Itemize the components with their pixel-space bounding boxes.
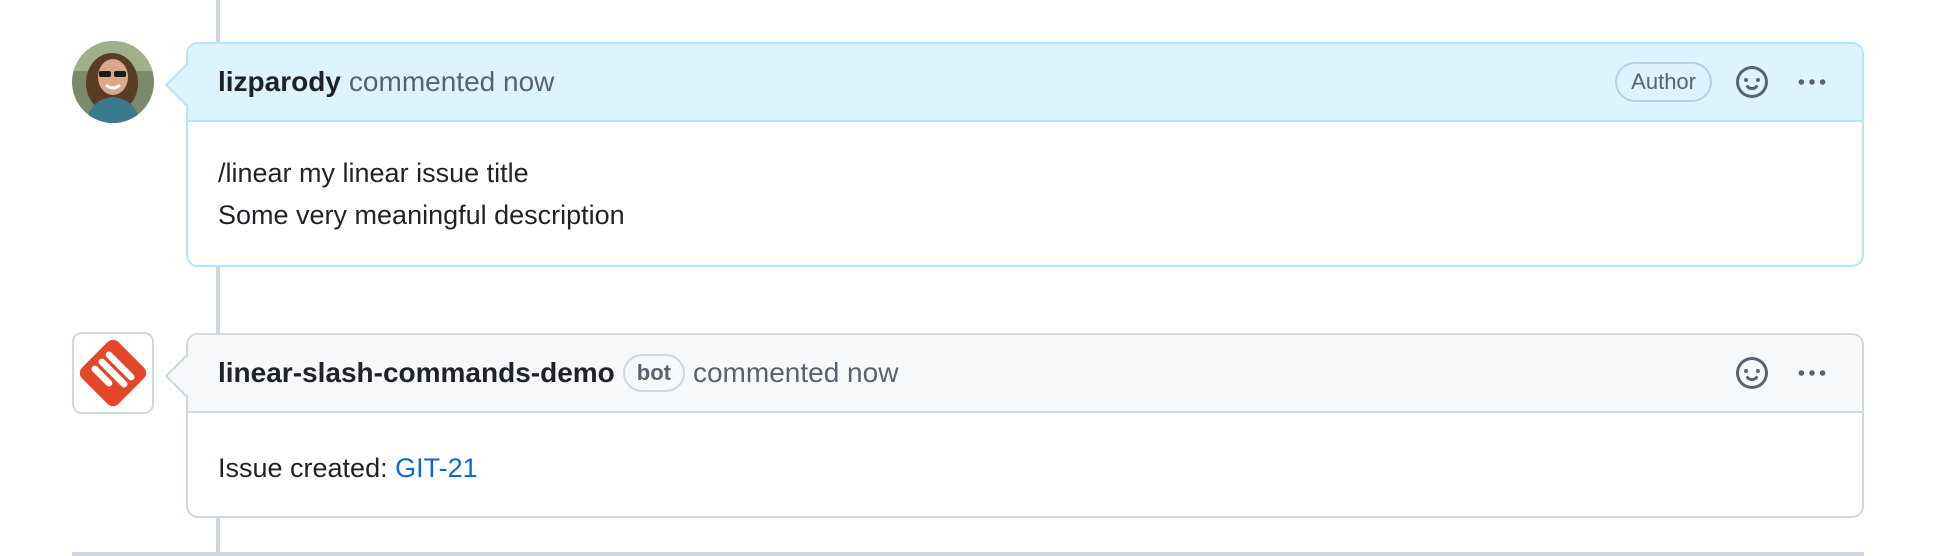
comment-body: Issue created: GIT-21 xyxy=(188,413,1862,489)
comment-body-line: /linear my linear issue title xyxy=(218,158,529,188)
comment-actions: Author xyxy=(1615,62,1832,102)
comment-actions xyxy=(1732,353,1832,393)
comment-timestamp[interactable]: commented now xyxy=(693,357,898,389)
smiley-icon[interactable] xyxy=(1732,62,1772,102)
comment-body-text: Issue created: xyxy=(218,453,396,483)
comment-card: linear-slash-commands-demo bot commented… xyxy=(164,333,1864,518)
issue-link[interactable]: GIT-21 xyxy=(395,453,478,483)
author-label-badge: Author xyxy=(1615,62,1712,102)
avatar[interactable] xyxy=(72,332,154,414)
bot-badge: bot xyxy=(622,354,685,392)
kebab-horizontal-icon[interactable] xyxy=(1792,353,1832,393)
avatar[interactable] xyxy=(72,41,154,123)
comment-card: lizparody commented now Author /linear m… xyxy=(164,42,1864,267)
linear-logo-icon xyxy=(74,334,152,412)
user-photo-avatar-icon xyxy=(72,41,154,123)
comment-header: lizparody commented now Author xyxy=(188,44,1862,122)
comment-body-line: Some very meaningful description xyxy=(218,200,625,230)
comment-timestamp[interactable]: commented now xyxy=(349,66,554,98)
author-link[interactable]: lizparody xyxy=(218,66,341,98)
comment-header: linear-slash-commands-demo bot commented… xyxy=(188,335,1862,413)
kebab-horizontal-icon[interactable] xyxy=(1792,62,1832,102)
smiley-icon[interactable] xyxy=(1732,353,1772,393)
comment-body: /linear my linear issue title Some very … xyxy=(188,122,1862,236)
timeline-end-divider xyxy=(72,552,1864,556)
author-link[interactable]: linear-slash-commands-demo xyxy=(218,357,615,389)
